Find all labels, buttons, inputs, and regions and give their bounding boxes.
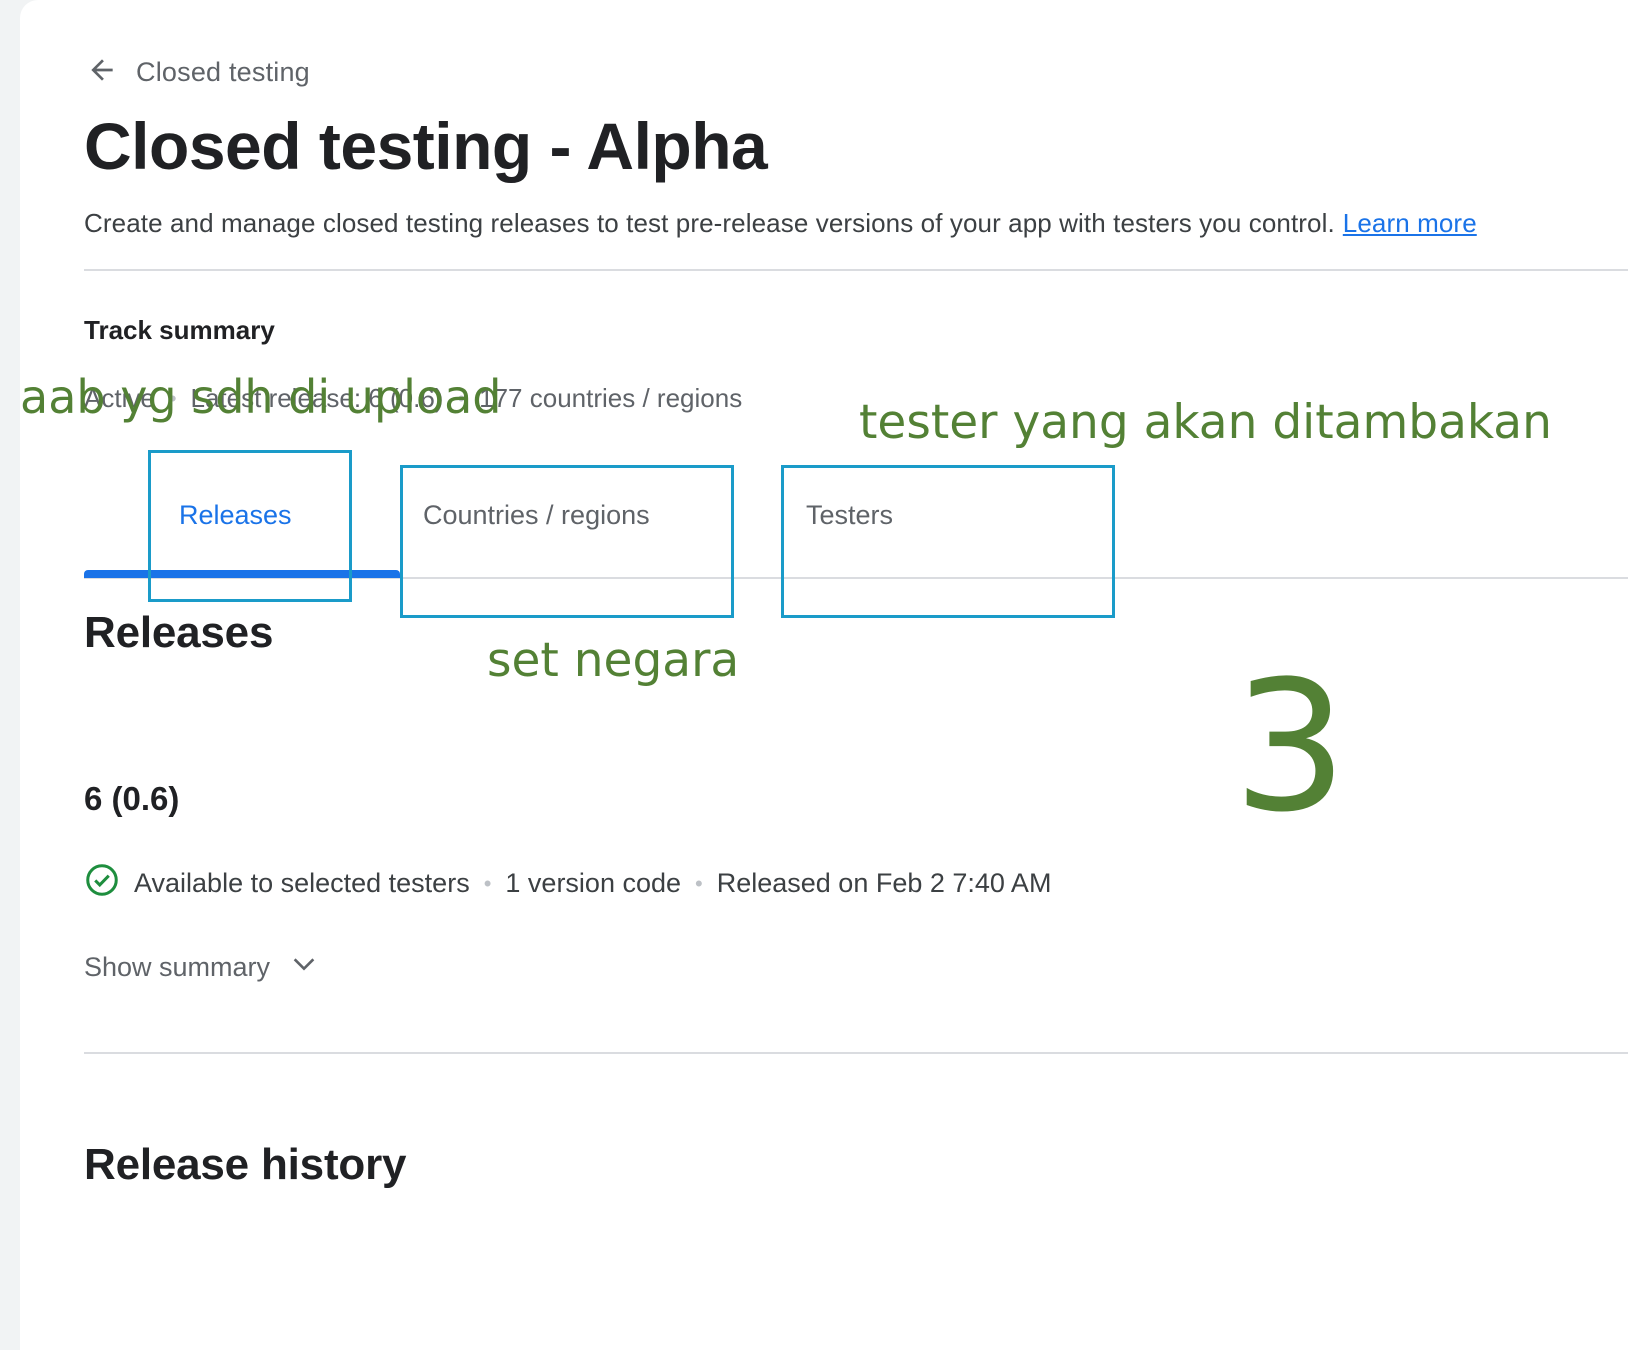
check-circle-icon xyxy=(84,862,134,905)
version-code-count: 1 version code xyxy=(505,868,682,898)
release-history-heading: Release history xyxy=(84,1140,407,1189)
header-divider xyxy=(84,269,1628,271)
section-divider xyxy=(84,1052,1628,1054)
annotation-step-number: 3 xyxy=(1233,643,1348,852)
page-description: Create and manage closed testing release… xyxy=(84,208,1477,239)
show-summary-toggle[interactable]: Show summary xyxy=(84,948,320,987)
track-summary-heading: Track summary xyxy=(84,315,275,345)
annotation-box-releases xyxy=(148,450,352,602)
annotation-box-countries xyxy=(400,465,734,618)
annotation-box-testers xyxy=(781,465,1115,618)
release-name: 6 (0.6) xyxy=(84,780,180,817)
page-title: Closed testing - Alpha xyxy=(84,109,768,183)
release-status: Available to selected testers xyxy=(134,868,470,898)
released-on: Released on Feb 2 7:40 AM xyxy=(716,868,1052,898)
release-status-row: Available to selected testers • 1 versio… xyxy=(84,862,1051,905)
chevron-down-icon xyxy=(270,948,320,987)
releases-heading: Releases xyxy=(84,608,274,657)
annotation-aab-note: aab yg sdh di upload xyxy=(20,370,502,424)
back-link-label: Closed testing xyxy=(136,56,310,87)
description-text: Create and manage closed testing release… xyxy=(84,208,1335,238)
arrow-back-icon xyxy=(86,54,118,91)
back-link[interactable]: Closed testing xyxy=(86,52,310,92)
show-summary-label: Show summary xyxy=(84,952,271,982)
learn-more-link[interactable]: Learn more xyxy=(1343,208,1477,238)
separator-dot: • xyxy=(695,870,703,896)
annotation-tester-note: tester yang akan ditambakan xyxy=(859,395,1552,450)
countries-count: 177 countries / regions xyxy=(479,383,743,413)
separator-dot: • xyxy=(483,870,492,896)
annotation-country-note: set negara xyxy=(487,633,740,688)
